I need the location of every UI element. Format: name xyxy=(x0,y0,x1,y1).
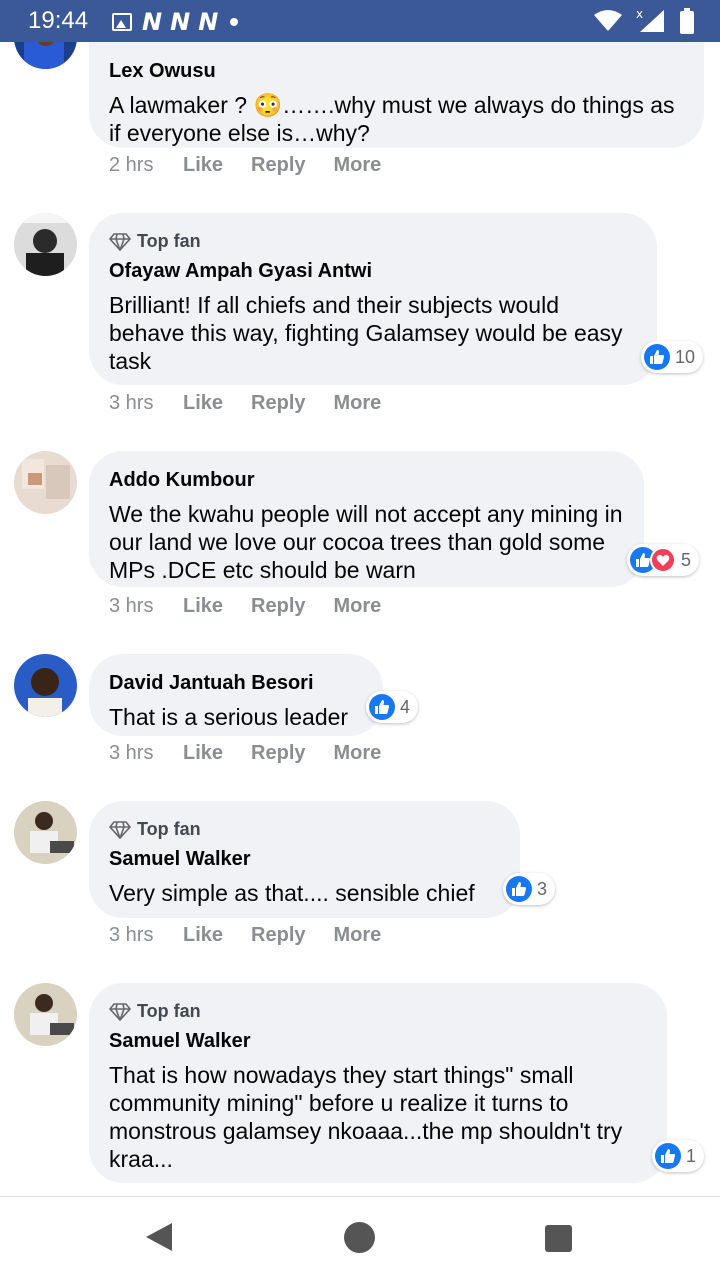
reply-button[interactable]: Reply xyxy=(251,595,305,618)
comment-actions: 3 hrs Like Reply More xyxy=(109,924,409,947)
reaction-count: 4 xyxy=(400,696,411,717)
comment-time[interactable]: 3 hrs xyxy=(109,742,183,765)
reaction-summary[interactable]: 5 xyxy=(627,544,700,576)
like-button[interactable]: Like xyxy=(183,154,223,177)
reaction-summary[interactable]: 4 xyxy=(366,691,419,723)
recents-button[interactable] xyxy=(545,1225,572,1252)
top-fan-badge: Top fan xyxy=(109,1001,647,1022)
comment-author[interactable]: David Jantuah Besori xyxy=(109,672,363,695)
like-button[interactable]: Like xyxy=(183,392,223,415)
reaction-summary[interactable]: 1 xyxy=(652,1140,705,1172)
comment-text: That is how nowadays they start things" … xyxy=(109,1062,623,1172)
dot-icon xyxy=(230,18,239,26)
reaction-count: 10 xyxy=(675,346,696,367)
more-button[interactable]: More xyxy=(334,742,382,765)
more-button[interactable]: More xyxy=(334,595,382,618)
signal-icon: x xyxy=(636,8,664,32)
top-fan-label: Top fan xyxy=(137,1001,201,1021)
avatar[interactable] xyxy=(14,654,77,717)
avatar[interactable] xyxy=(14,42,77,69)
n-app-icon: N xyxy=(170,8,190,36)
comment-author[interactable]: Samuel Walker xyxy=(109,848,500,871)
comment-author[interactable]: Addo Kumbour xyxy=(109,469,624,492)
more-button[interactable]: More xyxy=(334,392,382,415)
reply-button[interactable]: Reply xyxy=(251,742,305,765)
back-button[interactable] xyxy=(146,1223,172,1251)
diamond-icon xyxy=(109,820,131,839)
comment-text: Brilliant! If all chiefs and their subje… xyxy=(109,292,623,374)
status-time: 19:44 xyxy=(28,7,89,34)
reaction-count: 1 xyxy=(686,1145,697,1166)
avatar[interactable] xyxy=(14,983,77,1046)
like-reaction-icon xyxy=(369,694,395,720)
home-button[interactable] xyxy=(344,1222,375,1253)
comment-actions: 3 hrs Like Reply More xyxy=(109,742,409,765)
comment-text: Very simple as that.... sensible chief xyxy=(109,880,475,906)
comment-time[interactable]: 3 hrs xyxy=(109,392,183,415)
comment-actions: 3 hrs Like Reply More xyxy=(109,595,409,618)
image-icon xyxy=(112,13,132,31)
comment-author[interactable]: Samuel Walker xyxy=(109,1030,647,1053)
diamond-icon xyxy=(109,1002,131,1021)
comment-actions: 3 hrs Like Reply More xyxy=(109,392,409,415)
comment-author[interactable]: Lex Owusu xyxy=(109,60,684,83)
reply-button[interactable]: Reply xyxy=(251,392,305,415)
svg-text:x: x xyxy=(636,8,643,21)
diamond-icon xyxy=(109,232,131,251)
top-fan-label: Top fan xyxy=(137,231,201,251)
avatar[interactable] xyxy=(14,801,77,864)
top-fan-label: Top fan xyxy=(137,819,201,839)
comment-time[interactable]: 2 hrs xyxy=(109,154,183,177)
comment-author[interactable]: Ofayaw Ampah Gyasi Antwi xyxy=(109,260,637,283)
comment-bubble[interactable]: David Jantuah Besori That is a serious l… xyxy=(89,654,383,736)
reaction-summary[interactable]: 10 xyxy=(641,341,704,373)
comment-time[interactable]: 3 hrs xyxy=(109,595,183,618)
avatar[interactable] xyxy=(14,213,77,276)
comment-time[interactable]: 3 hrs xyxy=(109,924,183,947)
more-button[interactable]: More xyxy=(334,924,382,947)
reply-button[interactable]: Reply xyxy=(251,154,305,177)
reaction-count: 5 xyxy=(681,549,692,570)
like-button[interactable]: Like xyxy=(183,595,223,618)
battery-icon xyxy=(680,8,694,34)
reply-button[interactable]: Reply xyxy=(251,924,305,947)
top-fan-badge: Top fan xyxy=(109,231,637,252)
love-reaction-icon xyxy=(650,547,676,573)
more-button[interactable]: More xyxy=(334,154,382,177)
n-app-icon: N xyxy=(142,8,162,36)
comment-bubble[interactable]: Top fan Samuel Walker That is how nowada… xyxy=(89,983,667,1183)
avatar[interactable] xyxy=(14,451,77,514)
n-app-icon: N xyxy=(198,8,218,36)
like-button[interactable]: Like xyxy=(183,742,223,765)
top-fan-badge: Top fan xyxy=(109,819,500,840)
comment-bubble[interactable]: Top fan Samuel Walker Very simple as tha… xyxy=(89,801,520,918)
navigation-bar xyxy=(0,1197,720,1280)
comment-bubble[interactable]: Top fan Ofayaw Ampah Gyasi Antwi Brillia… xyxy=(89,213,657,385)
status-bar: 19:44 N N N x xyxy=(0,0,720,42)
reaction-count: 3 xyxy=(537,878,548,899)
wifi-icon xyxy=(594,10,622,31)
system-icons: x xyxy=(594,8,694,34)
comments-list: Lex Owusu A lawmaker ? 😳…….why must we a… xyxy=(0,42,720,1196)
like-reaction-icon xyxy=(506,876,532,902)
like-reaction-icon xyxy=(644,344,670,370)
comment-text: That is a serious leader xyxy=(109,704,349,730)
notification-icons: N N N xyxy=(112,8,239,36)
like-button[interactable]: Like xyxy=(183,924,223,947)
comment-bubble[interactable]: Lex Owusu A lawmaker ? 😳…….why must we a… xyxy=(89,42,704,148)
comment-text: A lawmaker ? 😳…….why must we always do t… xyxy=(109,92,675,146)
comment-actions: 2 hrs Like Reply More xyxy=(109,154,409,177)
comment-bubble[interactable]: Addo Kumbour We the kwahu people will no… xyxy=(89,451,644,587)
comment-text: We the kwahu people will not accept any … xyxy=(109,501,623,583)
like-reaction-icon xyxy=(655,1143,681,1169)
reaction-summary[interactable]: 3 xyxy=(503,873,556,905)
